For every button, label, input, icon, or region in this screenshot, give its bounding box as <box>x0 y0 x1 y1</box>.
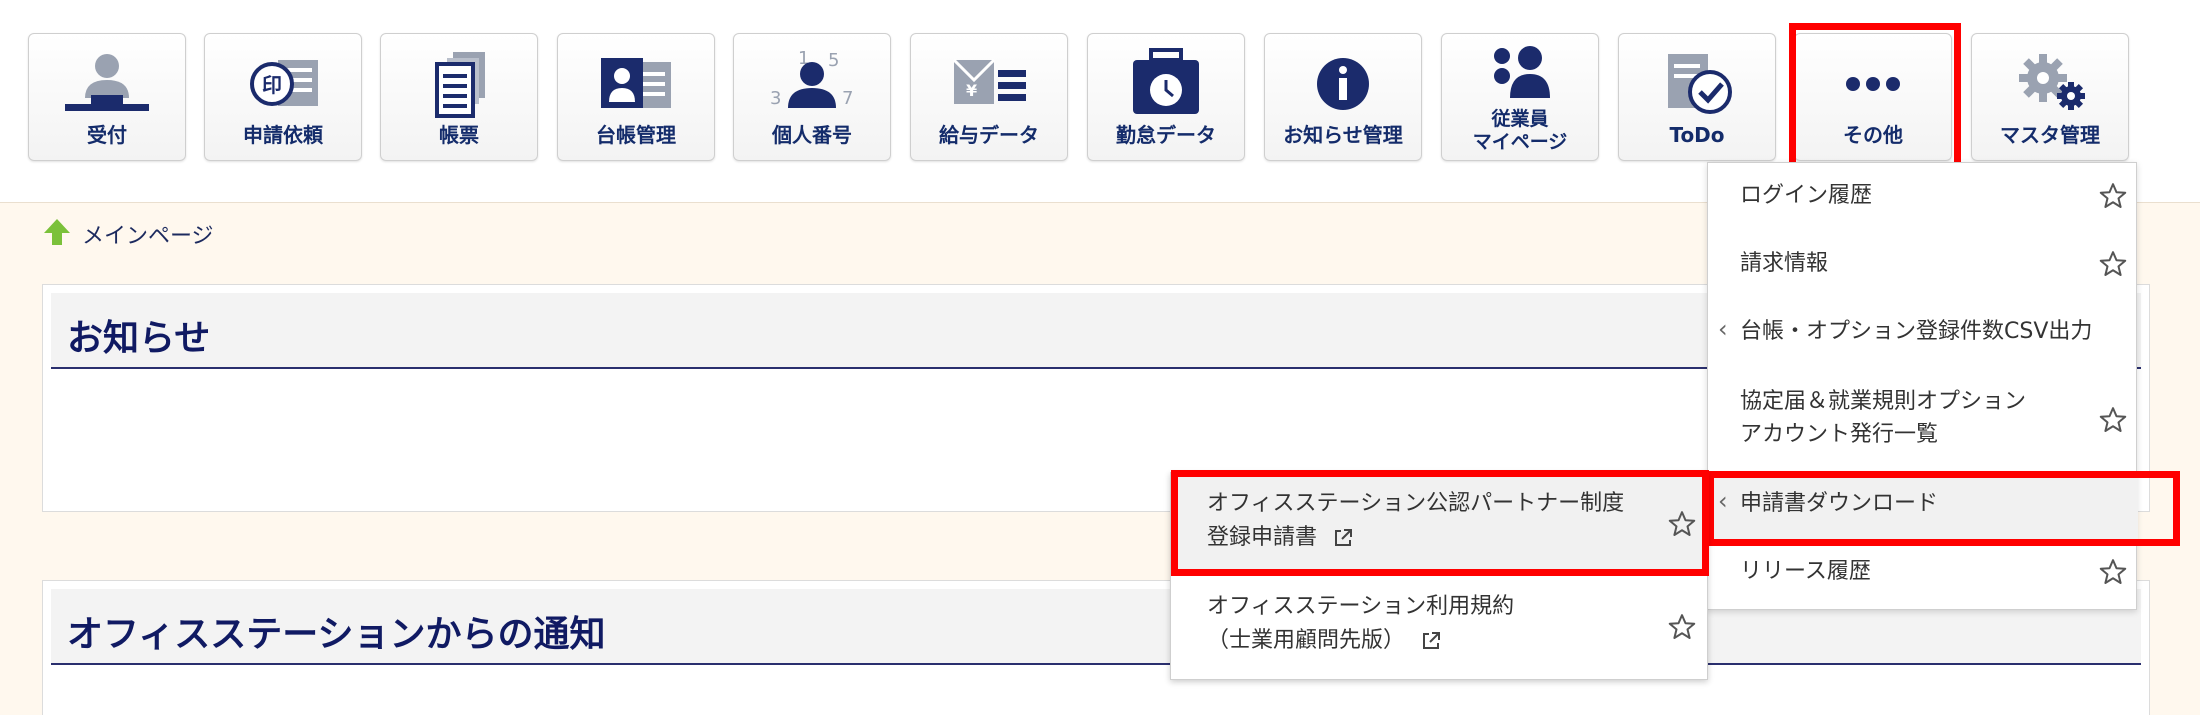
personal-number-label: 個人番号 <box>772 123 852 147</box>
menu-item-label-line1: 協定届＆就業規則オプション <box>1740 389 2027 414</box>
submenu-item-terms-of-use[interactable]: オフィスステーション利用規約 （士業用顧問先版） <box>1171 576 1709 679</box>
submenu-item-label: オフィスステーション利用規約 （士業用顧問先版） <box>1207 590 1514 658</box>
external-link-icon <box>1423 632 1441 649</box>
star-icon[interactable] <box>2098 405 2128 435</box>
star-icon[interactable] <box>2098 557 2128 587</box>
star-icon[interactable] <box>2098 249 2128 279</box>
breadcrumb-main-page-link[interactable]: メインページ <box>82 218 214 250</box>
svg-text:5: 5 <box>828 50 839 71</box>
attendance-icon <box>1088 48 1244 120</box>
notice-management-label: お知らせ管理 <box>1283 123 1403 147</box>
employee-mypage-label-line1: 従業員 <box>1491 108 1549 130</box>
notice-management-button[interactable]: お知らせ管理 <box>1264 33 1422 161</box>
info-icon <box>1265 48 1421 120</box>
forms-label: 帳票 <box>439 123 479 147</box>
menu-item-billing-info[interactable]: 請求情報 <box>1708 231 2138 299</box>
submenu-item-label-line2: （士業用顧問先版） <box>1207 628 1406 653</box>
reception-icon <box>29 48 185 120</box>
todo-icon <box>1619 48 1775 120</box>
menu-item-label: 請求情報 <box>1740 251 1829 276</box>
personal-number-button[interactable]: 1 5 3 7 個人番号 <box>733 33 891 161</box>
breadcrumb: メインページ <box>42 217 214 251</box>
menu-item-agreement-accounts[interactable]: 協定届＆就業規則オプション アカウント発行一覧 <box>1708 367 2138 471</box>
menu-item-label: リリース履歴 <box>1740 559 1871 584</box>
star-icon[interactable] <box>2098 181 2128 211</box>
stamp-request-label: 申請依頼 <box>243 123 323 147</box>
stamp-request-icon: 印 <box>205 48 361 120</box>
svg-text:印: 印 <box>262 73 282 97</box>
gear-icon <box>1972 48 2128 120</box>
home-arrow-icon[interactable] <box>42 217 72 251</box>
salary-label: 給与データ <box>939 123 1039 147</box>
submenu-item-label-line1: オフィスステーション利用規約 <box>1207 594 1515 619</box>
ledger-icon <box>558 48 714 120</box>
employees-icon <box>1442 42 1598 102</box>
todo-label: ToDo <box>1669 123 1725 147</box>
svg-text:3: 3 <box>770 88 781 109</box>
application-download-highlight <box>1707 471 2180 546</box>
ledger-button[interactable]: 台帳管理 <box>557 33 715 161</box>
ledger-label: 台帳管理 <box>596 123 676 147</box>
menu-item-label: ログイン履歴 <box>1740 183 1873 208</box>
employee-mypage-label-line2: マイページ <box>1472 131 1568 153</box>
menu-item-csv-export[interactable]: ‹ 台帳・オプション登録件数CSV出力 <box>1708 299 2138 367</box>
svg-text:7: 7 <box>842 88 853 109</box>
salary-button[interactable]: ¥ 給与データ <box>910 33 1068 161</box>
personal-number-icon: 1 5 3 7 <box>734 48 890 120</box>
star-icon[interactable] <box>1667 612 1697 642</box>
menu-item-label: 協定届＆就業規則オプション アカウント発行一覧 <box>1740 385 2026 451</box>
chevron-left-icon: ‹ <box>1718 315 1728 343</box>
menu-item-login-history[interactable]: ログイン履歴 <box>1708 163 2138 231</box>
employee-mypage-button[interactable]: 従業員 マイページ <box>1441 33 1599 161</box>
notification-panel-title: オフィスステーションからの通知 <box>67 614 606 655</box>
partner-application-highlight <box>1171 470 1709 576</box>
master-management-button[interactable]: マスタ管理 <box>1971 33 2129 161</box>
todo-button[interactable]: ToDo <box>1618 33 1776 161</box>
svg-text:¥: ¥ <box>966 81 977 100</box>
stamp-request-button[interactable]: 印 申請依頼 <box>204 33 362 161</box>
menu-item-release-history[interactable]: リリース履歴 <box>1708 539 2138 607</box>
forms-icon <box>381 48 537 120</box>
forms-button[interactable]: 帳票 <box>380 33 538 161</box>
notice-panel-title: お知らせ <box>67 318 211 359</box>
salary-icon: ¥ <box>911 48 1067 120</box>
menu-item-label: 台帳・オプション登録件数CSV出力 <box>1740 319 2093 344</box>
master-management-label: マスタ管理 <box>2000 123 2100 147</box>
reception-label: 受付 <box>87 123 127 147</box>
attendance-label: 勤怠データ <box>1116 123 1216 147</box>
more-button-highlight <box>1789 23 1961 169</box>
menu-item-label-line2: アカウント発行一覧 <box>1740 422 1939 447</box>
attendance-button[interactable]: 勤怠データ <box>1087 33 1245 161</box>
employee-mypage-label: 従業員 マイページ <box>1442 108 1598 154</box>
reception-button[interactable]: 受付 <box>28 33 186 161</box>
